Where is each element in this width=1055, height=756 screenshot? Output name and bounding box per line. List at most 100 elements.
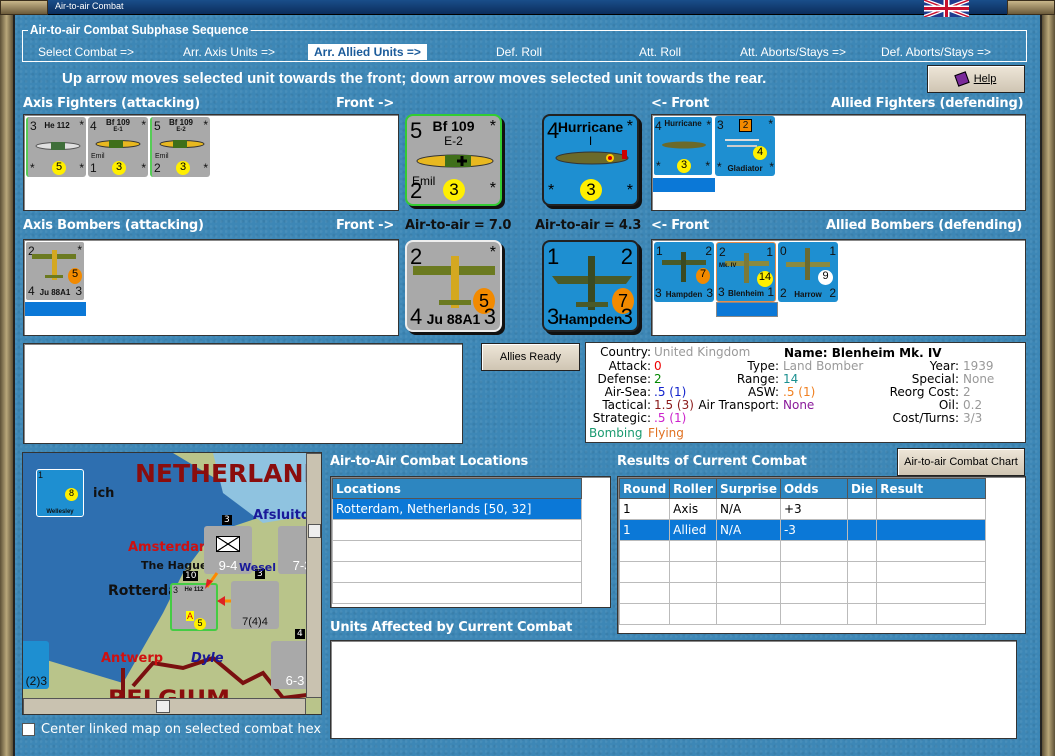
- counter-value: 3: [483, 304, 496, 329]
- air-to-air-value: 3: [443, 179, 465, 201]
- info-year: 1939: [963, 359, 994, 373]
- location-cell: Rotterdam, Netherlands [50, 32]: [332, 498, 582, 520]
- col-result[interactable]: Result: [876, 478, 986, 499]
- counter-value: *: [548, 182, 555, 199]
- locations-list[interactable]: Locations Rotterdam, Netherlands [50, 32…: [330, 476, 611, 608]
- locations-header[interactable]: Locations: [332, 478, 582, 499]
- empty-row: [332, 582, 582, 604]
- allied-bombers-list[interactable]: 1 2 7 3 Hampden 3 2 1 Mk. IV 14 3 Blenhe…: [651, 239, 1026, 336]
- info-key: Attack:: [608, 359, 651, 373]
- units-affected-title: Units Affected by Current Combat: [330, 620, 573, 635]
- empty-row: [332, 519, 582, 541]
- counter-value: *: [626, 118, 633, 135]
- counter-value: *: [489, 180, 496, 197]
- axis-fighters-list[interactable]: 3 He 112 * * 5 * 4 Bf 109 E-1 * Emil 1 3…: [23, 114, 399, 211]
- selected-unit-indicator: [653, 178, 715, 192]
- message-box: [23, 343, 463, 444]
- unit-counter-harrow[interactable]: 0 1 9 2 Harrow 2: [778, 242, 838, 302]
- map-vertical-scrollbar[interactable]: [306, 453, 321, 698]
- air-to-air-value: 3: [112, 161, 126, 175]
- col-die[interactable]: Die: [846, 478, 878, 499]
- air-to-air-value: 5: [194, 618, 206, 630]
- info-key: Defense:: [597, 372, 651, 386]
- counter-sub: E-1: [113, 127, 123, 133]
- air-to-air-value: 5: [52, 161, 66, 175]
- front-allied-bomber-counter[interactable]: 1 2 7 3 Hampden 3: [542, 240, 639, 332]
- cell: Axis: [669, 498, 717, 520]
- step-att-aborts: Att. Aborts/Stays =>: [740, 45, 847, 59]
- system-menu-button[interactable]: [0, 0, 48, 15]
- front-allied-fighter-counter[interactable]: 4 Hurricane I * * 3 *: [542, 114, 639, 206]
- result-row[interactable]: 1 Axis N/A +3: [618, 498, 986, 520]
- center-map-checkbox[interactable]: [22, 723, 35, 736]
- allied-fighters-list[interactable]: 4 Hurricane * * 3 * 3 2 * 4 * Gladiator …: [651, 114, 1026, 211]
- step-select-combat: Select Combat =>: [38, 45, 135, 59]
- col-odds[interactable]: Odds: [779, 478, 848, 499]
- air-to-air-value: 9: [818, 270, 833, 285]
- subphase-sequence-title: Air-to-air Combat Subphase Sequence: [28, 22, 251, 37]
- plane-icon: [95, 140, 141, 148]
- unit-counter-blenheim[interactable]: 2 1 Mk. IV 14 3 Blenheim 1: [716, 242, 776, 302]
- counter-sub: E-2: [444, 134, 463, 148]
- stack-count: 3: [222, 515, 232, 525]
- allied-bombers-label: Allied Bombers (defending): [826, 218, 1023, 233]
- window-control-button[interactable]: [1007, 0, 1055, 15]
- unit-counter-hurricane[interactable]: 4 Hurricane * * 3 *: [653, 116, 713, 176]
- counter-name: Wellesley: [46, 509, 74, 515]
- info-key: Reorg Cost:: [889, 385, 959, 399]
- counter-nickname: Emil: [155, 153, 169, 160]
- unit-counter-bf109e2[interactable]: 5 Bf 109 E-2 * Emil 2 3 *: [150, 117, 210, 177]
- counter-value: 1: [767, 285, 774, 299]
- counter-name: Hurricane: [664, 119, 702, 128]
- unit-counter-hampden[interactable]: 1 2 7 3 Hampden 3: [654, 242, 714, 302]
- units-affected-list[interactable]: [330, 640, 1017, 739]
- allies-ready-button[interactable]: Allies Ready: [481, 343, 580, 371]
- empty-row: [332, 561, 582, 583]
- scroll-thumb[interactable]: [156, 700, 170, 713]
- map-unit-wellesley[interactable]: 1 8 Wellesley: [36, 469, 84, 517]
- help-button[interactable]: Help: [927, 65, 1025, 93]
- info-key: Cost/Turns:: [892, 411, 959, 425]
- info-type: Land Bomber: [783, 359, 864, 373]
- counter-value: *: [141, 161, 146, 175]
- col-surprise[interactable]: Surprise: [715, 478, 781, 499]
- unit-counter-gladiator[interactable]: 3 2 * 4 * Gladiator *: [715, 116, 775, 176]
- front-axis-fighter-counter[interactable]: 5 Bf 109 E-2 * Emil 2 3 *: [405, 114, 502, 206]
- result-row[interactable]: 1 Allied N/A -3: [618, 519, 986, 541]
- unit-counter-he112[interactable]: 3 He 112 * * 5 *: [26, 117, 86, 177]
- window-frame-right: [1040, 15, 1055, 756]
- location-row[interactable]: Rotterdam, Netherlands [50, 32]: [332, 498, 582, 520]
- axis-fighters-label: Axis Fighters (attacking): [23, 96, 200, 111]
- air-to-air-combat-chart-button[interactable]: Air-to-air Combat Chart: [897, 448, 1025, 476]
- plane-icon: [35, 142, 81, 150]
- counter-value: 2: [154, 161, 161, 175]
- counter-value: *: [706, 118, 711, 132]
- map-label-wesel: Wesel: [239, 561, 276, 574]
- center-map-checkbox-row[interactable]: Center linked map on selected combat hex: [22, 722, 321, 737]
- step-arr-allied: Arr. Allied Units =>: [308, 44, 427, 60]
- counter-value: *: [656, 159, 661, 173]
- counter-value: *: [77, 243, 82, 257]
- front-axis-bomber-counter[interactable]: 2 * 5 4 Ju 88A1 3: [405, 240, 502, 332]
- map-unit-allied-corps[interactable]: (2)3: [23, 641, 49, 689]
- col-round[interactable]: Round: [618, 478, 671, 499]
- unit-counter-ju88a1[interactable]: 2 * 5 4 Ju 88A1 3: [25, 241, 85, 301]
- allied-fighters-label: Allied Fighters (defending): [831, 96, 1024, 111]
- allied-air-to-air-value: Air-to-air = 4.3: [535, 218, 642, 233]
- counter-value: *: [141, 118, 146, 132]
- selected-unit-indicator: [25, 302, 86, 316]
- counter-value: 3: [717, 118, 724, 132]
- axis-bombers-list[interactable]: 2 * 5 4 Ju 88A1 3: [23, 239, 399, 336]
- counter-value: *: [769, 160, 774, 174]
- col-roller[interactable]: Roller: [669, 478, 717, 499]
- stack-count: 4: [295, 629, 305, 639]
- linked-map[interactable]: NETHERLANDS Amsterdam The Hague Rotterda…: [22, 452, 322, 715]
- map-horizontal-scrollbar[interactable]: [23, 698, 306, 714]
- info-key: ASW:: [747, 385, 779, 399]
- cell: [876, 498, 986, 520]
- scroll-thumb[interactable]: [308, 524, 321, 538]
- info-tactical: 1.5 (3): [654, 398, 694, 412]
- unit-counter-bf109e1[interactable]: 4 Bf 109 E-1 * Emil 1 3 *: [88, 117, 148, 177]
- map-unit-armor-army[interactable]: 7(4)4: [231, 581, 279, 629]
- info-reorg: 2: [963, 385, 971, 399]
